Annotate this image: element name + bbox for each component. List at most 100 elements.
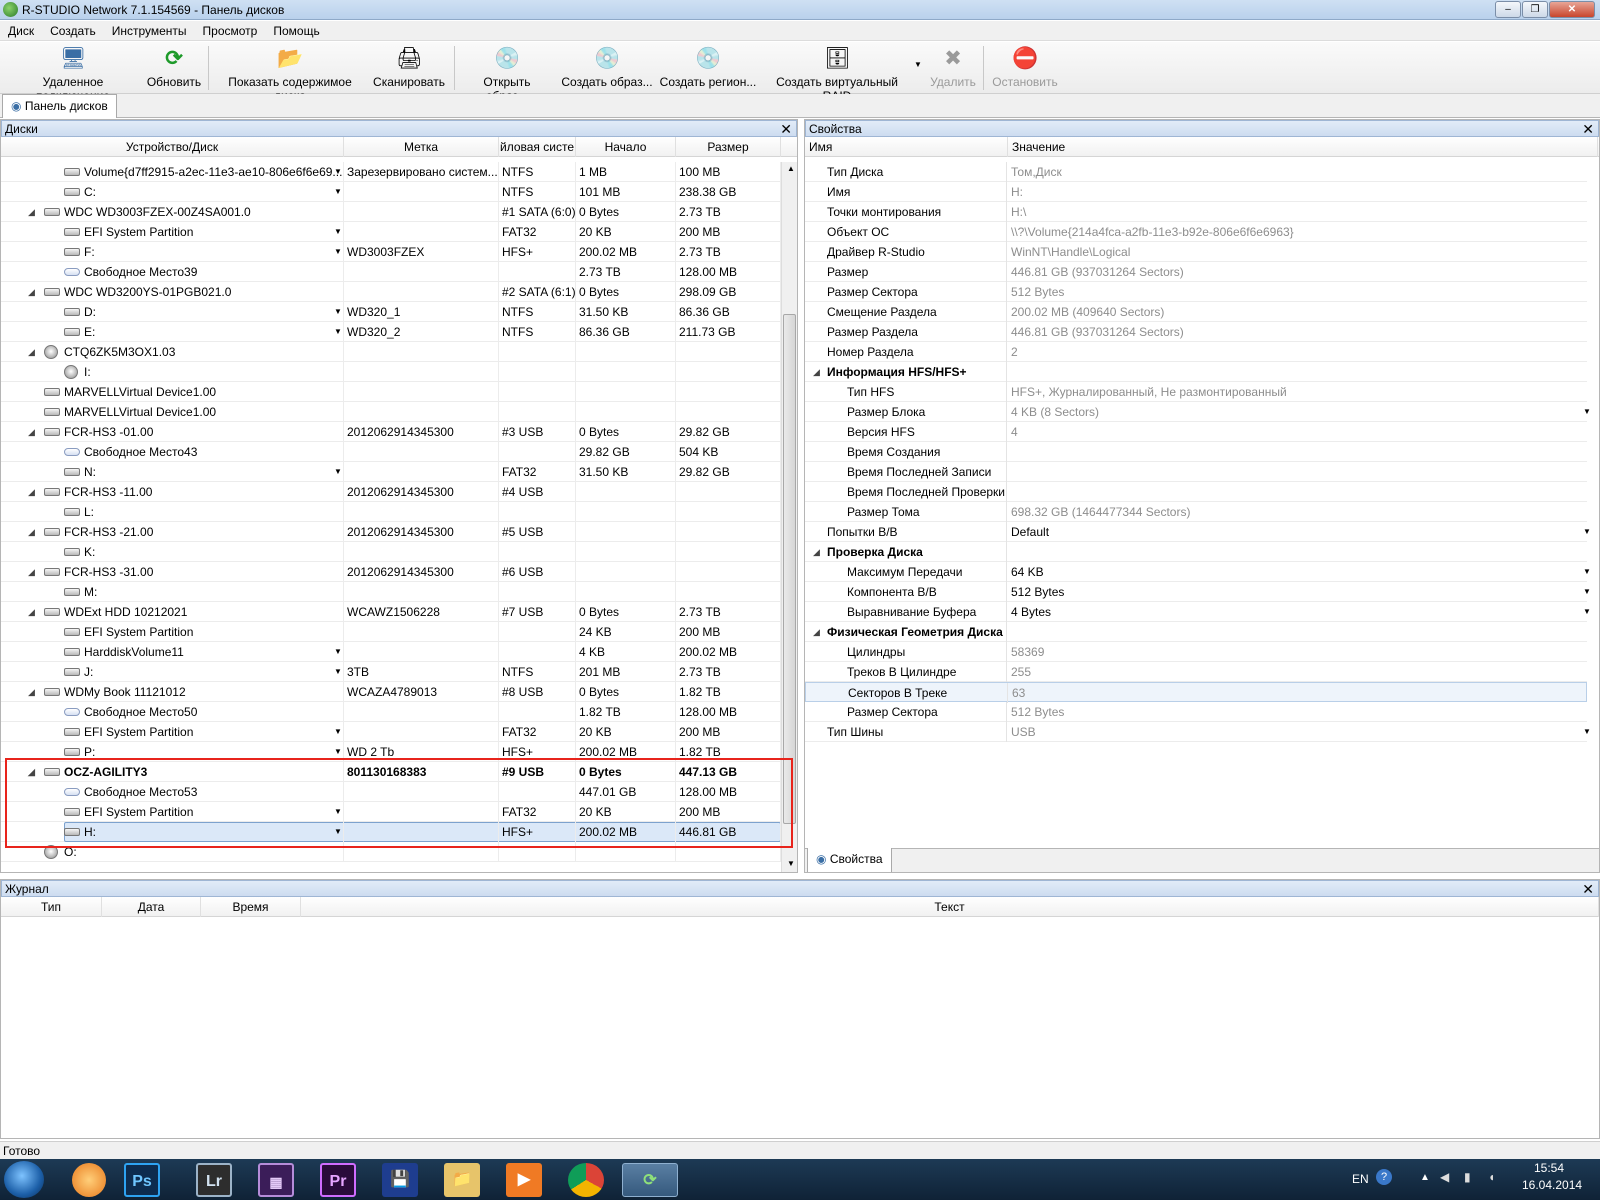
property-row[interactable]: Время Создания [805, 442, 1587, 462]
property-row[interactable]: Номер Раздела 2 [805, 342, 1587, 362]
disk-row[interactable]: K: [1, 542, 781, 562]
property-row[interactable]: Компонента В/В 512 Bytes ▼ [805, 582, 1591, 602]
property-row[interactable]: Объект ОС \\?\Volume{214a4fca-a2fb-11e3-b… [805, 222, 1587, 242]
disk-row[interactable]: F: WD3003FZEX HFS+ 200.02 MB 2.73 TB ▼ [1, 242, 781, 262]
property-dropdown-arrow[interactable]: ▼ [1583, 522, 1591, 542]
scroll-up-arrow[interactable]: ▲ [787, 164, 795, 173]
create-image-button[interactable]: 💿 Создать образ... [561, 44, 653, 92]
disk-row[interactable]: Свободное Место39 2.73 TB 128.00 MB [1, 262, 781, 282]
row-dropdown-arrow[interactable]: ▼ [334, 242, 342, 262]
disk-row[interactable]: I: [1, 362, 781, 382]
property-row[interactable]: Попытки В/В Default ▼ [805, 522, 1591, 542]
language-indicator[interactable]: EN [1352, 1172, 1369, 1186]
col-time[interactable]: Время [201, 897, 301, 917]
property-row[interactable]: Тип HFS HFS+, Журналированный, Не размонт… [805, 382, 1587, 402]
menu-tools[interactable]: Инструменты [104, 21, 195, 38]
explorer-icon[interactable]: 📁 [444, 1163, 480, 1197]
remote-connect-button[interactable]: 🖥Удаленное подключение [6, 44, 140, 103]
property-row[interactable]: Размер Сектора 512 Bytes [805, 702, 1587, 722]
property-row[interactable]: Проверка Диска ◢ [805, 542, 1587, 562]
menu-create[interactable]: Создать [42, 21, 104, 38]
property-dropdown-arrow[interactable]: ▼ [1583, 602, 1591, 622]
expand-arrow-icon[interactable]: ◢ [28, 282, 35, 302]
disk-row[interactable]: HarddiskVolume11 4 KB 200.02 MB ▼ [1, 642, 781, 662]
col-text[interactable]: Текст [301, 897, 1599, 917]
row-dropdown-arrow[interactable]: ▼ [334, 642, 342, 662]
disk-row[interactable]: Свободное Место50 1.82 TB 128.00 MB [1, 702, 781, 722]
stop-button[interactable]: ⛔ Остановить [990, 44, 1060, 92]
clock-date[interactable]: 16.04.2014 [1522, 1178, 1582, 1192]
disk-row[interactable]: ◢ WDExt HDD 10212021 WCAWZ1506228 #7 USB 0 B… [1, 602, 781, 622]
disk-row[interactable]: EFI System Partition FAT32 20 KB 200 MB ▼ [1, 722, 781, 742]
help-icon[interactable]: ? [1376, 1169, 1392, 1185]
property-dropdown-arrow[interactable]: ▼ [1583, 722, 1591, 742]
disk-row[interactable]: ◢ WDC WD3200YS-01PGB021.0 #2 SATA (6:1) 0 B… [1, 282, 781, 302]
disk-row[interactable]: ◢ WDMy Book 11121012 WCAZA4789013 #8 USB 0 B… [1, 682, 781, 702]
expand-arrow-icon[interactable]: ◢ [28, 562, 35, 582]
menu-help[interactable]: Помощь [265, 21, 327, 38]
property-row[interactable]: Размер Раздела 446.81 GB (937031264 Secto… [805, 322, 1587, 342]
expand-arrow-icon[interactable]: ◢ [28, 602, 35, 622]
row-dropdown-arrow[interactable]: ▼ [334, 322, 342, 342]
premiere-icon[interactable]: Pr [320, 1163, 356, 1197]
property-row[interactable]: Цилиндры 58369 [805, 642, 1587, 662]
col-name[interactable]: Имя [805, 137, 1008, 157]
property-row[interactable]: Драйвер R-Studio WinNT\Handle\Logical [805, 242, 1587, 262]
row-dropdown-arrow[interactable]: ▼ [334, 722, 342, 742]
open-image-button[interactable]: 💿Открыть образ... [461, 44, 553, 103]
scroll-down-arrow[interactable]: ▼ [787, 859, 795, 868]
disk-row[interactable]: Volume{d7ff2915-a2ec-11e3-ae10-806e6f6e6… [1, 162, 781, 182]
show-disk-contents-button[interactable]: 📂Показать содержимое диска [215, 44, 365, 103]
disk-row[interactable]: D: WD320_1 NTFS 31.50 KB 86.36 GB ▼ [1, 302, 781, 322]
property-row[interactable]: Имя H: [805, 182, 1587, 202]
floppy-icon[interactable]: 💾 [382, 1163, 418, 1197]
refresh-button[interactable]: ⟳ Обновить [146, 44, 202, 92]
property-row[interactable]: Размер Тома 698.32 GB (1464477344 Sectors… [805, 502, 1587, 522]
col-label[interactable]: Метка [344, 137, 499, 157]
media-encoder-icon[interactable]: ▦ [258, 1163, 294, 1197]
taskbar-app-icon[interactable] [72, 1163, 106, 1197]
volume-icon[interactable]: ◖ [1488, 1170, 1495, 1184]
property-row[interactable]: Максимум Передачи 64 KB ▼ [805, 562, 1591, 582]
disks-panel-close-icon[interactable]: ✕ [780, 121, 792, 138]
disk-row[interactable]: ◢ WDC WD3003FZEX-00Z4SA001.0 #1 SATA (6:0)… [1, 202, 781, 222]
group-collapse-icon[interactable]: ◢ [813, 622, 820, 642]
row-dropdown-arrow[interactable]: ▼ [334, 462, 342, 482]
tab-disk-panel[interactable]: ◉ Панель дисков [2, 94, 117, 118]
chrome-icon[interactable] [568, 1163, 604, 1197]
disk-row[interactable]: MARVELLVirtual Device1.00 [1, 382, 781, 402]
property-row[interactable]: Точки монтирования H:\ [805, 202, 1587, 222]
property-row[interactable]: Время Последней Записи [805, 462, 1587, 482]
disk-row[interactable]: ◢ FCR-HS3 -11.00 2012062914345300 #4 USB [1, 482, 781, 502]
property-row[interactable]: Размер Сектора 512 Bytes [805, 282, 1587, 302]
menu-view[interactable]: Просмотр [195, 21, 266, 38]
col-start[interactable]: Начало [576, 137, 676, 157]
expand-arrow-icon[interactable]: ◢ [28, 522, 35, 542]
property-dropdown-arrow[interactable]: ▼ [1583, 562, 1591, 582]
property-row[interactable]: Тип Диска Том,Диск [805, 162, 1587, 182]
property-row[interactable]: Физическая Геометрия Диска ◢ [805, 622, 1587, 642]
menu-disk[interactable]: Диск [0, 21, 42, 38]
media-player-icon[interactable]: ▶ [506, 1163, 542, 1197]
disk-row[interactable]: ◢ FCR-HS3 -01.00 2012062914345300 #3 USB 0 B… [1, 422, 781, 442]
group-collapse-icon[interactable]: ◢ [813, 362, 820, 382]
expand-arrow-icon[interactable]: ◢ [28, 482, 35, 502]
col-value[interactable]: Значение [1008, 137, 1598, 157]
col-size[interactable]: Размер [676, 137, 781, 157]
scroll-thumb[interactable] [783, 314, 796, 824]
delete-button[interactable]: ✖ Удалить [928, 44, 978, 92]
disk-row[interactable]: ◢ FCR-HS3 -21.00 2012062914345300 #5 USB [1, 522, 781, 542]
disk-row[interactable]: J: 3TB NTFS 201 MB 2.73 TB ▼ [1, 662, 781, 682]
property-row[interactable]: Секторов В Треке 63 [805, 682, 1587, 703]
property-row[interactable]: Выравнивание Буфера 4 Bytes ▼ [805, 602, 1591, 622]
col-date[interactable]: Дата [102, 897, 201, 917]
row-dropdown-arrow[interactable]: ▼ [334, 162, 342, 182]
clock-time[interactable]: 15:54 [1534, 1161, 1564, 1175]
scan-button[interactable]: 🖨 Сканировать [370, 44, 448, 92]
create-region-button[interactable]: 💿 Создать регион... [659, 44, 757, 92]
disk-row[interactable]: C: NTFS 101 MB 238.38 GB ▼ [1, 182, 781, 202]
row-dropdown-arrow[interactable]: ▼ [334, 302, 342, 322]
show-hidden-icons-icon[interactable]: ▲ [1420, 1172, 1430, 1183]
disk-row[interactable]: EFI System Partition FAT32 20 KB 200 MB ▼ [1, 222, 781, 242]
disk-row[interactable]: EFI System Partition 24 KB 200 MB [1, 622, 781, 642]
